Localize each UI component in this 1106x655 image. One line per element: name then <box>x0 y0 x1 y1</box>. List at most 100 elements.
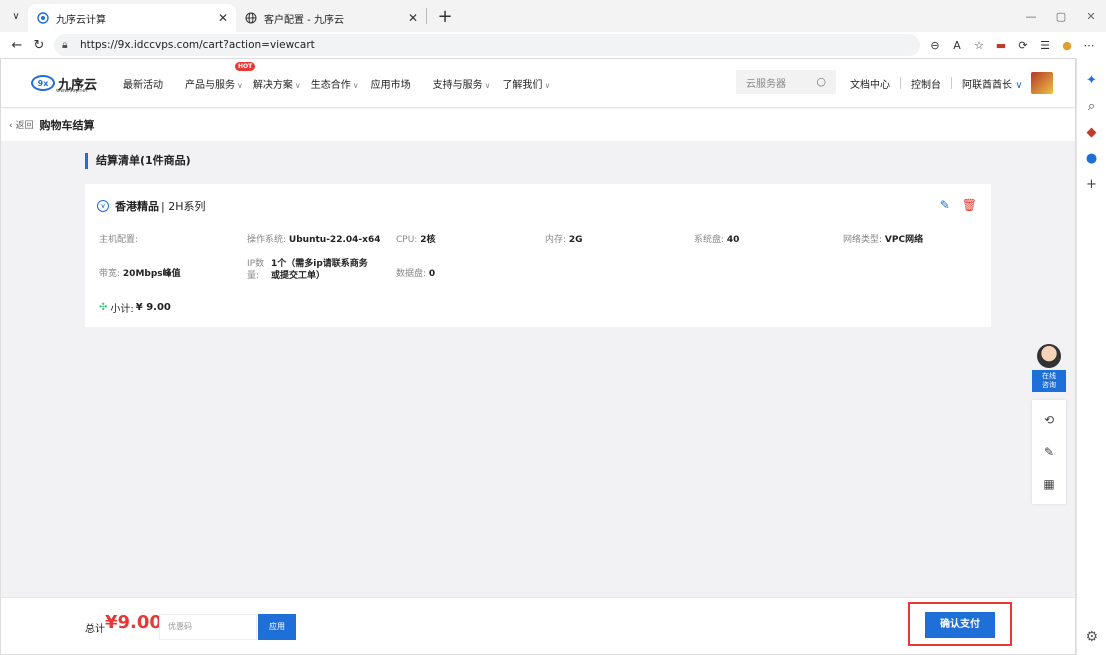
back-arrow-icon[interactable]: ← <box>6 38 28 53</box>
console-link[interactable]: 控制台 <box>911 76 941 91</box>
apply-coupon-button[interactable]: 应用 <box>258 614 296 640</box>
cloud-icon <box>36 11 50 25</box>
puzzle-icon: ✣ <box>99 302 108 313</box>
spec-memory: 内存: 2G <box>545 235 583 245</box>
spec-bandwidth: 带宽: 20Mbps峰值 <box>99 269 181 279</box>
qr-code-icon[interactable]: ▦ <box>1032 468 1066 500</box>
nav-item-marketplace[interactable]: 应用市场 <box>371 76 411 91</box>
logo-subtext: www.9xy.net <box>56 88 88 94</box>
page-title: 购物车结算 <box>39 118 95 132</box>
nav-item-solutions[interactable]: 解决方案 ∨ <box>253 76 301 91</box>
window-controls: — ▢ ✕ <box>1016 0 1106 32</box>
add-icon[interactable]: + <box>1086 172 1097 198</box>
spec-data-disk: 数据盘: 0 <box>396 269 436 279</box>
spec-os: 操作系统: Ubuntu-22.04-x64 <box>247 235 381 245</box>
browser-sidebar: ✦ ⌕ ◆ ● + <box>1076 58 1106 655</box>
chevron-down-icon: ∨ <box>294 80 301 90</box>
divider <box>900 77 901 89</box>
total-amount: ¥9.00 <box>105 612 162 633</box>
product-name: 香港精品 <box>115 200 159 213</box>
new-tab-icon[interactable]: + <box>435 6 455 27</box>
spec-ip-count: IP数 量:1个（需多ip请联系商务 或提交工单） <box>247 259 368 281</box>
edit-note-icon[interactable]: ✎ <box>1032 436 1066 468</box>
chevron-down-icon: ∨ <box>1015 79 1023 91</box>
address-bar-row: ← ↻ 🔒︎ https://9x.idccvps.com/cart?actio… <box>0 32 1106 58</box>
chevron-down-icon: ∨ <box>352 80 359 90</box>
header-right-links: 文档中心 控制台 阿联酋酋长 ∨ <box>850 59 1053 107</box>
browser-tab-active[interactable]: 九序云计算 ✕ <box>28 4 236 32</box>
hot-badge: HOT <box>235 61 256 71</box>
confirm-pay-button[interactable]: 确认支付 <box>925 612 995 638</box>
reload-icon[interactable]: ↻ <box>28 38 50 53</box>
collapse-chevron-icon[interactable]: ∨ <box>97 200 109 212</box>
office-icon[interactable]: ◆ <box>1087 120 1097 146</box>
zoom-icon[interactable]: ⊖ <box>924 39 946 52</box>
read-aloud-icon[interactable]: A <box>946 39 968 52</box>
web-page: 9x 九序云 www.9xy.net 最新活动 HOT 产品与服务 ∨ 解决方案 ∨ … <box>0 58 1076 655</box>
close-tab-icon[interactable]: ✕ <box>218 11 228 25</box>
nav-item-ecosystem[interactable]: 生态合作 ∨ <box>311 76 359 91</box>
coupon-input[interactable]: 优惠码 <box>159 614 257 640</box>
cart-item-actions: ✎ 🗑︎ <box>928 198 977 212</box>
search-icon[interactable]: ○ <box>816 75 826 88</box>
nav-item-support[interactable]: 支持与服务 ∨ <box>433 76 491 91</box>
browser-tab-bar: ∨ 九序云计算 ✕ 客户配置 - 九序云 ✕ + — ▢ ✕ <box>0 0 1106 32</box>
feedback-icon[interactable]: ⟲ <box>1032 404 1066 436</box>
search-placeholder: 云服务器 <box>746 78 786 90</box>
chevron-down-icon: ∨ <box>484 80 491 90</box>
spec-cpu: CPU: 2核 <box>396 235 436 245</box>
nav-item-products[interactable]: HOT 产品与服务 ∨ <box>185 61 256 91</box>
total-label: 总计 <box>85 624 105 635</box>
spec-network: 网络类型: VPC网络 <box>843 235 924 245</box>
tab-list-chevron-icon[interactable]: ∨ <box>4 11 28 22</box>
url-text: https://9x.idccvps.com/cart?action=viewc… <box>80 39 315 51</box>
breadcrumb: ‹ 返回 购物车结算 <box>1 107 1075 141</box>
minimize-icon[interactable]: — <box>1016 10 1046 23</box>
floating-support-panel: 在线 咨询 ⟲ ✎ ▦ <box>1032 344 1066 504</box>
favorites-icon[interactable]: ☰ <box>1034 39 1056 52</box>
avatar[interactable] <box>1030 72 1053 94</box>
delete-icon[interactable]: 🗑︎ <box>962 198 977 212</box>
extensions-icon[interactable]: ⟳ <box>1012 39 1034 52</box>
globe-icon <box>244 11 258 25</box>
settings-gear-icon[interactable]: ⚙ <box>1085 629 1098 645</box>
divider <box>951 77 952 89</box>
nav-item-about[interactable]: 了解我们 ∨ <box>502 76 550 91</box>
close-window-icon[interactable]: ✕ <box>1076 10 1106 23</box>
floating-tools: ⟲ ✎ ▦ <box>1032 400 1066 504</box>
docs-link[interactable]: 文档中心 <box>850 76 890 91</box>
copilot-icon[interactable]: ✦ <box>1086 68 1097 94</box>
back-link[interactable]: ‹ 返回 <box>9 118 33 131</box>
product-series: | 2H系列 <box>161 200 206 213</box>
site-header: 9x 九序云 www.9xy.net 最新活动 HOT 产品与服务 ∨ 解决方案 ∨ … <box>1 59 1075 107</box>
tab-divider <box>426 8 427 24</box>
logo-mark-icon: 9x <box>31 75 55 91</box>
url-field[interactable]: 🔒︎ https://9x.idccvps.com/cart?action=vi… <box>54 34 920 56</box>
subtotal: ✣ 小计: ¥ 9.00 <box>99 302 171 315</box>
user-menu[interactable]: 阿联酋酋长 ∨ <box>962 76 1023 91</box>
extension-badge-icon[interactable]: ▬ <box>990 39 1012 52</box>
favorite-star-icon[interactable]: ☆ <box>968 39 990 52</box>
browser-tab[interactable]: 客户配置 - 九序云 ✕ <box>236 4 426 32</box>
host-config-label: 主机配置: <box>99 235 139 245</box>
profile-icon[interactable]: ● <box>1056 39 1078 52</box>
cart-item-card: ∨ 香港精品 | 2H系列 ✎ 🗑︎ 主机配置: 操作系统: Ubuntu-22… <box>85 184 991 327</box>
outlook-icon[interactable]: ● <box>1086 146 1097 172</box>
edit-icon[interactable]: ✎ <box>940 198 950 212</box>
site-search-input[interactable]: 云服务器 ○ <box>736 70 836 94</box>
more-icon[interactable]: ⋯ <box>1078 39 1100 52</box>
pay-highlight-box: 确认支付 <box>908 602 1012 646</box>
spec-system-disk: 系统盘: 40 <box>694 235 740 245</box>
support-agent-avatar[interactable] <box>1037 344 1061 368</box>
online-consult-button[interactable]: 在线 咨询 <box>1032 370 1066 392</box>
site-logo[interactable]: 9x 九序云 www.9xy.net <box>31 74 111 94</box>
cart-item-header: ∨ 香港精品 | 2H系列 <box>97 198 205 214</box>
nav-item-activities[interactable]: 最新活动 <box>123 76 163 91</box>
address-bar-icons: ⊖ A ☆ ▬ ⟳ ☰ ● ⋯ <box>924 39 1100 52</box>
subtotal-value: ¥ 9.00 <box>135 302 171 313</box>
close-tab-icon[interactable]: ✕ <box>408 11 418 25</box>
restore-icon[interactable]: ▢ <box>1046 10 1076 23</box>
search-icon[interactable]: ⌕ <box>1088 94 1095 120</box>
lock-icon: 🔒︎ <box>62 38 68 51</box>
tab-title: 九序云计算 <box>56 14 106 26</box>
